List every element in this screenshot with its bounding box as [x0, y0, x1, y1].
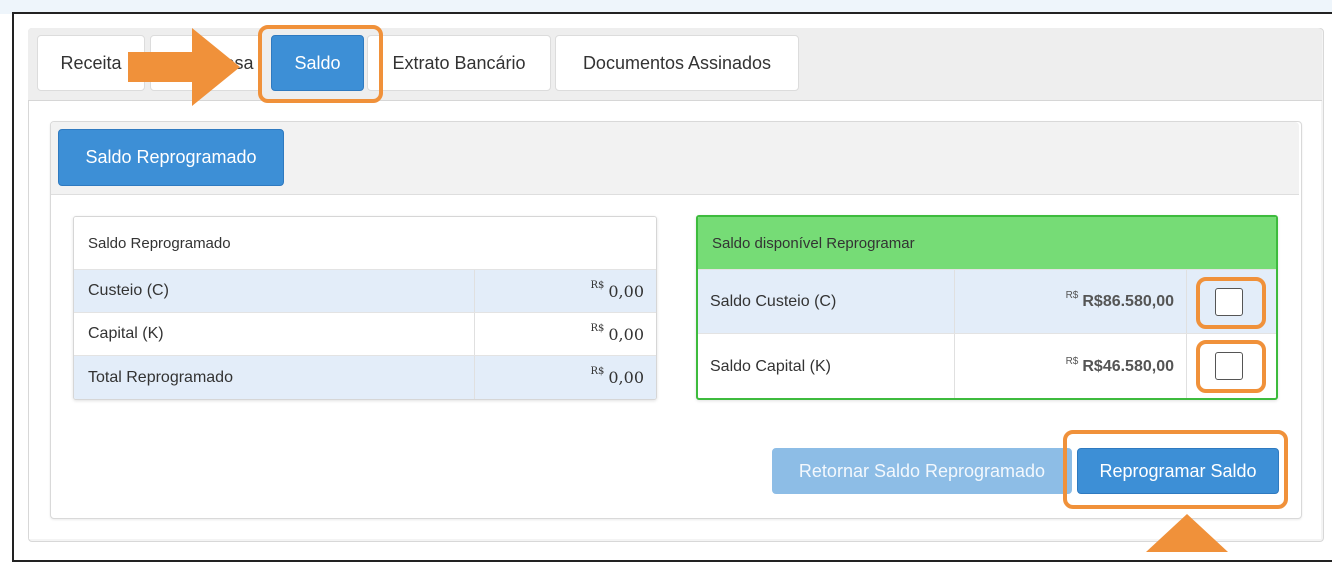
currency-symbol: R$	[590, 322, 605, 334]
row-value-cell: R$ 0,00	[474, 356, 656, 399]
row-label: Capital (K)	[88, 325, 164, 342]
table-row: Saldo Custeio (C) R$ R$86.580,00	[698, 269, 1276, 333]
saldo-tab-highlight	[258, 25, 383, 103]
table-row: Capital (K) R$ 0,00	[74, 312, 656, 355]
row-value: 0,00	[608, 368, 644, 387]
currency-symbol: R$	[1065, 355, 1079, 367]
custeio-checkbox-highlight	[1196, 277, 1266, 329]
tab-label: Documentos Assinados	[582, 52, 772, 73]
table-header: Saldo disponível Reprogramar	[698, 217, 1276, 269]
row-value-cell: R$ R$86.580,00	[954, 270, 1186, 333]
row-value-cell: R$ R$46.580,00	[954, 334, 1186, 398]
capital-checkbox-highlight	[1196, 340, 1266, 393]
row-value-cell: R$ 0,00	[474, 313, 656, 355]
pointer-arrow-icon	[128, 28, 240, 106]
button-label: Saldo Reprogramado	[85, 147, 257, 167]
row-value: 0,00	[608, 324, 644, 344]
table-row: Saldo Capital (K) R$ R$46.580,00	[698, 333, 1276, 398]
row-value: R$86.580,00	[1082, 292, 1174, 310]
tab-label: Receita	[60, 52, 122, 73]
tab-label: Extrato Bancário	[392, 52, 526, 73]
row-value: 0,00	[608, 281, 644, 301]
row-label-cell: Capital (K)	[74, 313, 474, 355]
saldo-reprogramado-button[interactable]: Saldo Reprogramado	[58, 129, 284, 186]
pointer-arrow-up-icon	[1146, 514, 1228, 552]
row-label-cell: Saldo Capital (K)	[698, 334, 954, 398]
currency-symbol: R$	[590, 279, 605, 291]
row-label-cell: Total Reprogramado	[74, 356, 474, 399]
retornar-saldo-reprogramado-button[interactable]: Retornar Saldo Reprogramado	[772, 448, 1072, 494]
table-row: Custeio (C) R$ 0,00	[74, 269, 656, 312]
row-label: Saldo Capital (K)	[710, 358, 831, 375]
table-header-label: Saldo Reprogramado	[88, 234, 231, 252]
tab-extrato-bancario[interactable]: Extrato Bancário	[367, 35, 551, 91]
row-value: R$46.580,00	[1082, 358, 1174, 375]
currency-symbol: R$	[1065, 290, 1079, 301]
reprogramar-button-highlight	[1063, 430, 1288, 509]
saldo-reprogramado-table: Saldo Reprogramado Custeio (C) R$ 0,00 C…	[73, 216, 657, 400]
table-header: Saldo Reprogramado	[74, 217, 656, 269]
table-header-label: Saldo disponível Reprogramar	[712, 234, 915, 252]
button-label: Retornar Saldo Reprogramado	[798, 460, 1046, 481]
table-row: Total Reprogramado R$ 0,00	[74, 355, 656, 399]
row-label: Total Reprogramado	[88, 368, 233, 386]
currency-symbol: R$	[590, 366, 605, 377]
row-label-cell: Custeio (C)	[74, 270, 474, 312]
row-label: Custeio (C)	[88, 282, 169, 299]
row-label-cell: Saldo Custeio (C)	[698, 270, 954, 333]
row-value-cell: R$ 0,00	[474, 270, 656, 312]
tab-documentos-assinados[interactable]: Documentos Assinados	[555, 35, 799, 91]
row-label: Saldo Custeio (C)	[710, 292, 837, 310]
saldo-disponivel-table: Saldo disponível Reprogramar Saldo Custe…	[696, 215, 1278, 400]
